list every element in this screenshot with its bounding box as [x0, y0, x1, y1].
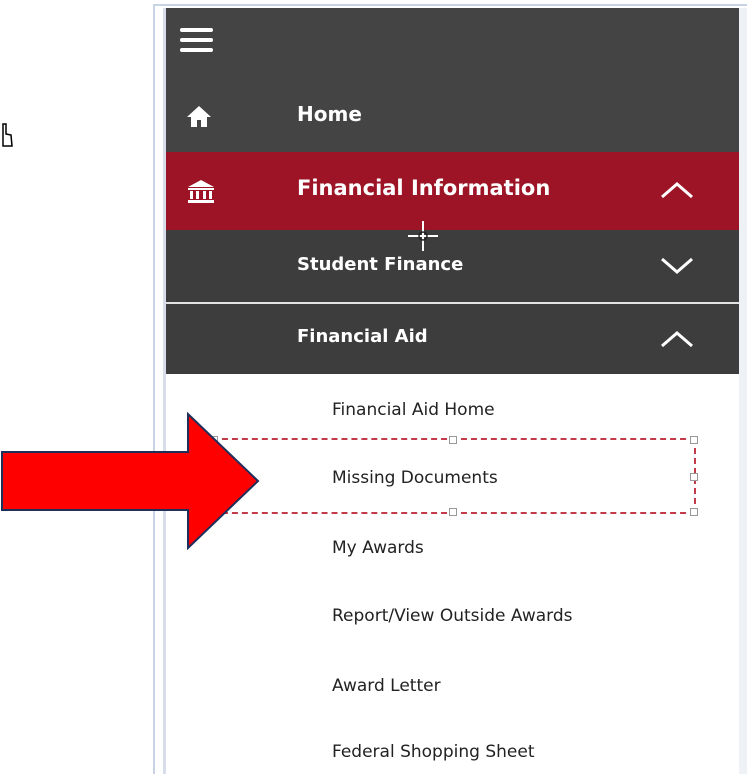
home-icon	[187, 106, 211, 127]
chevron-up-icon[interactable]	[659, 180, 695, 200]
scrollbar-track[interactable]	[739, 8, 747, 774]
subnav-award-letter[interactable]: Award Letter	[332, 676, 441, 696]
nav-item-financial-information-label: Financial Information	[297, 176, 551, 200]
bank-building-icon	[188, 180, 214, 203]
window-frame-left	[153, 4, 155, 774]
nav-item-financial-aid-label: Financial Aid	[297, 326, 428, 347]
navigation-sidebar: Home Financial Information Student Finan…	[166, 8, 739, 774]
nav-item-home-label: Home	[297, 102, 362, 126]
nav-item-student-finance-label: Student Finance	[297, 254, 464, 275]
subnav-financial-aid-home[interactable]: Financial Aid Home	[332, 400, 495, 420]
nav-item-financial-aid[interactable]: Financial Aid	[166, 304, 739, 374]
nav-item-student-finance[interactable]: Student Finance	[166, 230, 739, 302]
nav-item-home[interactable]: Home	[166, 80, 739, 152]
subnav-federal-shopping-sheet[interactable]: Federal Shopping Sheet	[332, 742, 534, 762]
subnav-report-view-outside-awards[interactable]: Report/View Outside Awards	[332, 606, 572, 626]
subnav-missing-documents[interactable]: Missing Documents	[332, 468, 498, 488]
chevron-up-icon[interactable]	[659, 329, 695, 349]
window-frame-top	[153, 4, 747, 6]
nav-item-financial-information[interactable]: Financial Information	[166, 152, 739, 230]
crosshair-cursor-icon	[408, 221, 438, 251]
hamburger-menu-icon[interactable]	[180, 26, 216, 56]
chevron-down-icon[interactable]	[659, 256, 695, 276]
subnav-my-awards[interactable]: My Awards	[332, 538, 424, 558]
hand-cursor-icon	[2, 123, 13, 147]
red-arrow-icon	[1, 412, 260, 550]
